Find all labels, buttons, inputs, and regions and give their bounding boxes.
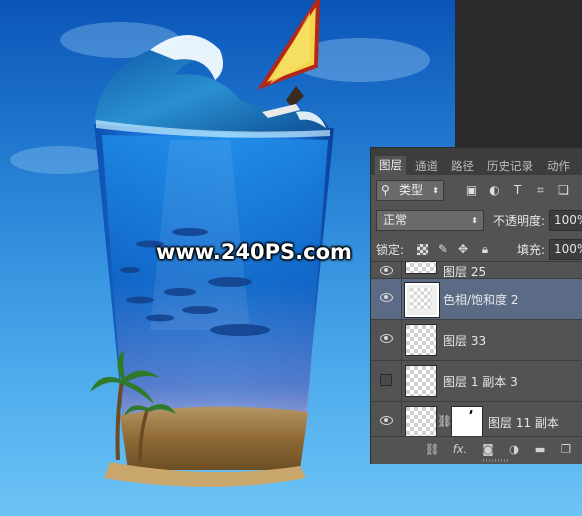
eye-icon: [380, 416, 393, 425]
new-layer-icon[interactable]: ❐: [557, 440, 575, 458]
layer-name: 图层 33: [443, 334, 487, 348]
layer-name: 图层 1 副本 3: [443, 375, 518, 389]
lock-label: 锁定:: [376, 243, 405, 257]
tab-paths[interactable]: 路径: [447, 157, 478, 175]
lock-position-icon[interactable]: ✥: [455, 240, 471, 258]
mask-link-icon[interactable]: ⛓︎: [437, 414, 452, 428]
filter-row: ⚲ 类型 ⬍ ▣ ◐ T ⌗ ❏: [371, 180, 582, 202]
eye-icon: [380, 266, 393, 275]
smart-object-filter-icon[interactable]: ❏: [555, 181, 572, 199]
shape-filter-icon[interactable]: ⌗: [532, 181, 549, 199]
tab-channels[interactable]: 通道: [411, 157, 442, 175]
image-filter-icon[interactable]: ▣: [463, 181, 480, 199]
layers-list: 图层 25 色相/饱和度 2 图层 33 图层 1 副本 3 ⛓︎ 图层 11 …: [371, 261, 582, 437]
fill-input[interactable]: 100%: [549, 239, 582, 260]
layer-row-selected[interactable]: 色相/饱和度 2: [371, 279, 582, 320]
add-mask-icon[interactable]: ◙: [479, 440, 497, 458]
layer-thumbnail: [405, 324, 437, 356]
visibility-toggle[interactable]: [371, 320, 402, 360]
blend-mode-select[interactable]: 正常 ⬍: [376, 210, 484, 231]
link-layers-icon[interactable]: ⛓︎: [423, 440, 441, 458]
layers-panel-footer: ⛓︎ fx. ◙ ◑ ▬ ❐: [371, 436, 582, 464]
eye-icon: [380, 293, 393, 302]
new-group-icon[interactable]: ▬: [531, 440, 549, 458]
hidden-visibility-box: [380, 374, 392, 386]
layer-name: 图层 11 副本: [488, 416, 559, 430]
search-icon: ⚲: [381, 183, 390, 197]
opacity-input[interactable]: 100%: [549, 210, 582, 231]
lock-row: 锁定: ✎ ✥ 🔒︎ 填充: 100%: [371, 239, 582, 261]
blend-row: 正常 ⬍ 不透明度: 100%: [371, 210, 582, 232]
layer-thumbnail: [405, 365, 437, 397]
eye-icon: [380, 334, 393, 343]
fx-icon[interactable]: fx.: [451, 440, 469, 458]
layer-row[interactable]: 图层 1 副本 3: [371, 361, 582, 402]
type-filter-icon[interactable]: T: [509, 181, 526, 199]
new-adjustment-icon[interactable]: ◑: [505, 440, 523, 458]
visibility-toggle[interactable]: [371, 279, 402, 319]
visibility-toggle[interactable]: [371, 361, 402, 401]
visibility-toggle[interactable]: [371, 262, 402, 278]
tab-actions[interactable]: 动作: [543, 157, 574, 175]
lock-transparent-pixels-icon[interactable]: [417, 244, 428, 255]
layer-thumbnail: [405, 262, 437, 274]
layer-row[interactable]: 图层 33: [371, 320, 582, 361]
resize-grip[interactable]: [483, 459, 509, 462]
fill-label: 填充:: [517, 243, 546, 257]
layer-name: 图层 25: [443, 265, 487, 279]
opacity-label: 不透明度:: [493, 214, 546, 228]
layer-name: 色相/饱和度 2: [443, 293, 519, 307]
lock-image-pixels-icon[interactable]: ✎: [435, 240, 451, 258]
chevron-updown-icon: ⬍: [432, 186, 439, 195]
tab-layers[interactable]: 图层: [375, 156, 406, 175]
adjustment-layer-thumbnail: [405, 283, 439, 317]
adjustment-filter-icon[interactable]: ◐: [486, 181, 503, 199]
layer-thumbnail: [405, 406, 437, 437]
watermark-text: www.240PS.com: [156, 240, 352, 264]
visibility-toggle[interactable]: [371, 402, 402, 437]
filter-kind-label: 类型: [399, 183, 424, 197]
chevron-updown-icon: ⬍: [471, 216, 478, 225]
layer-row[interactable]: ⛓︎ 图层 11 副本: [371, 402, 582, 437]
workspace-background: [455, 0, 582, 150]
lock-all-icon[interactable]: 🔒︎: [477, 240, 493, 258]
blend-mode-value: 正常: [383, 213, 408, 227]
panel-tab-bar: 图层 通道 路径 历史记录 动作: [371, 148, 582, 175]
filter-kind-select[interactable]: ⚲ 类型 ⬍: [376, 180, 444, 201]
layers-panel: 图层 通道 路径 历史记录 动作 ⚲ 类型 ⬍ ▣ ◐ T ⌗ ❏ 正常 ⬍ 不…: [370, 147, 582, 464]
layer-mask-thumbnail[interactable]: [451, 406, 483, 437]
tab-history[interactable]: 历史记录: [483, 157, 537, 175]
layer-row[interactable]: 图层 25: [371, 262, 582, 279]
